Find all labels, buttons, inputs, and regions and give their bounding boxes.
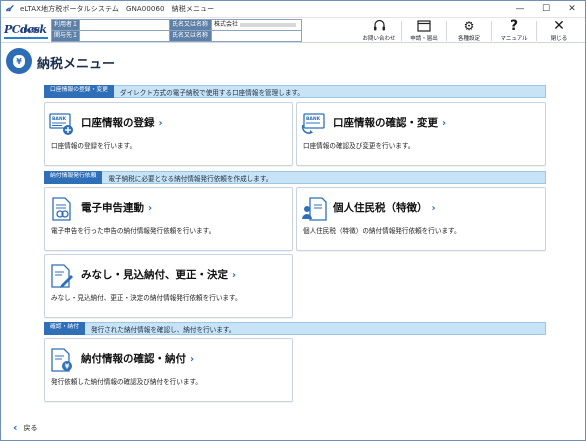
user-id-value [80,20,170,31]
section-tag: 確認・納付 [44,322,85,335]
window-controls: — ☐ ✕ [507,1,585,17]
minimize-button[interactable]: — [507,1,533,17]
section-header-payment-request: 納付情報発行依頼 電子納税に必要となる納付情報発行依頼を作成します。 [44,171,546,184]
document-yen-icon: ¥ [49,347,75,373]
card-title: 個人住民税（特徴） › [333,202,436,214]
close-button[interactable]: ✕ 閉じる [537,18,581,43]
proxy-name-label: 氏名又は名称 [170,31,212,42]
svg-text:BANK: BANK [52,116,67,122]
name-value: 株式会社 [212,20,302,31]
app-header: PCdesk (DL版) 利用者ＩＤ 氏名又は名称 株式会社 関与先ＩＤ 氏名又… [1,18,585,43]
chevron-right-icon: › [158,118,163,129]
card-title: 口座情報の登録 › [81,117,163,129]
close-icon: ✕ [553,18,565,34]
proxy-id-label: 関与先ＩＤ [52,31,80,42]
chevron-right-icon: › [148,203,153,214]
card-title: みなし・見込納付、更正・決定 › [81,269,237,281]
redacted-text [240,22,297,27]
card-desc: 口座情報の登録を行います。 [51,142,137,150]
section-header-account: 口座情報の登録・変更 ダイレクト方式の電子納税で使用する口座情報を管理します。 [44,85,546,98]
question-icon: ? [509,18,519,34]
yen-bag-icon: ¥ [6,48,32,74]
eltax-logo-icon: 𝓭 [6,4,12,14]
chevron-right-icon: › [232,270,237,281]
person-document-icon [301,196,327,222]
maximize-button[interactable]: ☐ [533,1,559,17]
section-tag: 納付情報発行依頼 [44,171,103,184]
section-tag: 口座情報の登録・変更 [44,85,114,98]
headset-icon [373,18,386,34]
svg-text:¥: ¥ [65,363,70,371]
application-button[interactable]: 申請・届出 [402,18,446,43]
window-icon [417,18,431,34]
pcdesk-logo: PCdesk (DL版) [4,20,48,40]
card-desc: 個人住民税（特徴）の納付情報発行依頼を行います。 [303,227,461,235]
card-deemed-payment[interactable]: みなし・見込納付、更正・決定 › みなし・見込納付、更正・決定の納付情報発行依頼を… [44,254,293,318]
title-bar: 𝓭 eLTAX地方税ポータルシステム GNA00060 納税メニュー — ☐ ✕ [1,1,585,18]
chevron-right-icon: › [431,203,436,214]
section-desc: ダイレクト方式の電子納税で使用する口座情報を管理します。 [119,88,304,97]
proxy-name-value [212,31,302,42]
document-edit-icon [49,263,75,289]
user-id-label: 利用者ＩＤ [52,20,80,31]
settings-button[interactable]: ⚙ 各種設定 [447,18,491,43]
section-header-confirm-pay: 確認・納付 発行された納付情報を確認し、納付を行います。 [44,322,546,335]
card-desc: みなし・見込納付、更正・決定の納付情報発行依頼を行います。 [51,294,242,302]
chevron-left-icon: ‹ [13,421,18,434]
card-resident-tax[interactable]: 個人住民税（特徴） › 個人住民税（特徴）の納付情報発行依頼を行います。 [296,187,546,251]
bank-refresh-icon: BANK [301,111,327,137]
manual-button[interactable]: ? マニュアル [492,18,536,43]
card-desc: 発行依頼した納付情報の確認及び納付を行います。 [51,378,202,386]
card-e-filing-link[interactable]: 電子申告連動 › 電子申告を行った申告の納付情報発行依頼を行います。 [44,187,293,251]
window-title: eLTAX地方税ポータルシステム GNA00060 納税メニュー [20,5,215,13]
chevron-right-icon: › [190,354,195,365]
gear-icon: ⚙ [463,19,475,33]
user-info-grid: 利用者ＩＤ 氏名又は名称 株式会社 関与先ＩＤ 氏名又は名称 [51,19,302,42]
card-account-register[interactable]: BANK 口座情報の登録 › 口座情報の登録を行います。 [44,102,293,166]
card-title: 口座情報の確認・変更 › [333,117,447,129]
contact-button[interactable]: お問い合わせ [357,18,401,43]
close-window-button[interactable]: ✕ [559,1,585,17]
card-desc: 口座情報の確認及び変更を行います。 [303,142,415,150]
back-label: 戻る [23,423,38,432]
document-link-icon [49,196,75,222]
name-label: 氏名又は名称 [170,20,212,31]
card-title: 電子申告連動 › [81,202,153,214]
proxy-id-value [80,31,170,42]
card-account-confirm[interactable]: BANK 口座情報の確認・変更 › 口座情報の確認及び変更を行います。 [296,102,546,166]
chevron-right-icon: › [442,118,447,129]
back-button[interactable]: ‹ 戻る [13,421,38,434]
app-window: 𝓭 eLTAX地方税ポータルシステム GNA00060 納税メニュー — ☐ ✕… [0,0,586,441]
card-title: 納付情報の確認・納付 › [81,353,195,365]
page-title: 納税メニュー [37,57,116,72]
bank-add-icon: BANK [49,111,75,137]
header-toolbar: お問い合わせ 申請・届出 ⚙ 各種設定 ? マニュアル ✕ 閉じる [357,18,581,43]
card-desc: 電子申告を行った申告の納付情報発行依頼を行います。 [51,227,216,235]
card-payment-confirm[interactable]: ¥ 納付情報の確認・納付 › 発行依頼した納付情報の確認及び納付を行います。 [44,338,293,402]
section-desc: 電子納税に必要となる納付情報発行依頼を作成します。 [108,174,273,183]
section-desc: 発行された納付情報を確認し、納付を行います。 [91,325,236,334]
page-title-row: ¥ 納税メニュー [1,44,585,78]
svg-text:BANK: BANK [306,116,321,122]
